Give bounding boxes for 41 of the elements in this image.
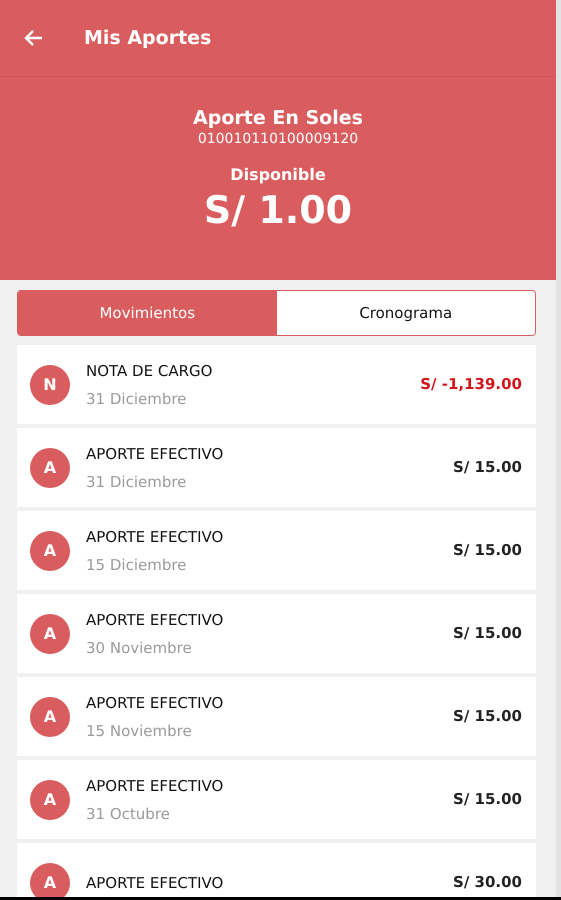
movement-row[interactable]: A APORTE EFECTIVO 15 Noviembre S/ 15.00 xyxy=(17,677,536,756)
movement-row[interactable]: N NOTA DE CARGO 31 Diciembre S/ -1,139.00 xyxy=(17,345,536,424)
movement-date: 15 Diciembre xyxy=(86,556,188,574)
movement-title: APORTE EFECTIVO xyxy=(86,776,224,794)
movement-date: 15 Noviembre xyxy=(86,722,193,740)
movement-title: NOTA DE CARGO xyxy=(86,362,214,380)
initial-avatar: A xyxy=(30,862,70,897)
movement-amount: S/ -1,139.00 xyxy=(420,376,522,393)
balance-label: Disponible xyxy=(230,165,326,184)
initial-avatar: A xyxy=(30,780,70,820)
initial-avatar: A xyxy=(30,448,70,488)
movement-row[interactable]: A APORTE EFECTIVO 15 Diciembre S/ 15.00 xyxy=(17,511,536,590)
account-number: 010010110100009120 xyxy=(198,131,358,147)
movement-row[interactable]: A APORTE EFECTIVO 31 Octubre S/ 15.00 xyxy=(17,760,536,839)
initial-avatar: A xyxy=(30,530,70,570)
movement-title: APORTE EFECTIVO xyxy=(86,444,224,462)
movement-title: APORTE EFECTIVO xyxy=(86,528,224,546)
initial-avatar: A xyxy=(30,614,70,654)
movement-date: 31 Diciembre xyxy=(86,472,188,490)
movement-title: APORTE EFECTIVO xyxy=(86,694,224,712)
tab[interactable]: Movimientos xyxy=(18,291,276,335)
movement-date: 31 Diciembre xyxy=(86,390,188,408)
movement-title: APORTE EFECTIVO xyxy=(86,610,224,628)
tab[interactable]: Cronograma xyxy=(276,291,535,335)
movement-amount: S/ 30.00 xyxy=(453,874,522,891)
movement-date: 30 Noviembre xyxy=(86,638,193,656)
initial-avatar: N xyxy=(30,364,70,404)
movement-amount: S/ 15.00 xyxy=(453,625,522,642)
movement-date: 31 Octubre xyxy=(86,804,171,822)
account-name: Aporte En Soles xyxy=(193,107,363,129)
movement-amount: S/ 15.00 xyxy=(453,542,522,559)
movement-amount: S/ 15.00 xyxy=(453,459,522,476)
initial-avatar: A xyxy=(30,696,70,736)
movement-row[interactable]: A APORTE EFECTIVO S/ 30.00 xyxy=(17,843,536,897)
movement-amount: S/ 15.00 xyxy=(453,708,522,725)
screen-title: Mis Aportes xyxy=(84,27,212,49)
movement-amount: S/ 15.00 xyxy=(453,791,522,808)
movement-title: APORTE EFECTIVO xyxy=(86,874,224,892)
movement-row[interactable]: A APORTE EFECTIVO 30 Noviembre S/ 15.00 xyxy=(17,594,536,673)
balance-amount: S/ 1.00 xyxy=(204,188,352,232)
movement-row[interactable]: A APORTE EFECTIVO 31 Diciembre S/ 15.00 xyxy=(17,428,536,507)
